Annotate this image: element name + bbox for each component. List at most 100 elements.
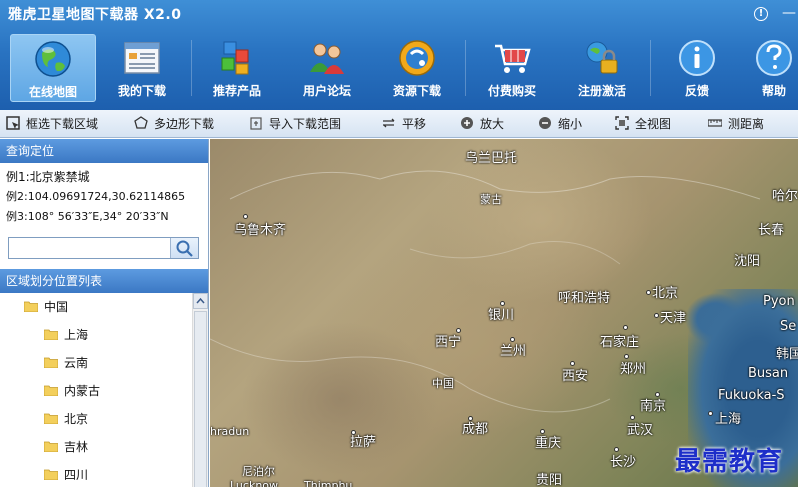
map-label: 银川 [488,308,515,323]
map-label: Busan [748,366,789,381]
cubes-icon [221,41,249,75]
map-label: 重庆 [535,436,562,451]
map-label: 呼和浩特 [558,291,611,306]
tool-measure[interactable]: 测距离 [708,114,764,134]
zoom-in-icon [461,117,473,129]
tree-item[interactable]: 北京 [0,405,192,433]
map-label: 成都 [462,422,489,437]
toolbar-purchase[interactable]: 付费购买 [469,34,555,102]
map-label: 西安 [562,369,589,384]
tool-zoom-in[interactable]: 放大 [460,114,504,134]
city-marker [351,430,356,435]
tree-item-label: 北京 [64,412,89,426]
city-marker [456,328,461,333]
query-panel-title: 查询定位 [0,139,208,163]
tool-full-view[interactable]: 全视图 [615,114,671,134]
toolbar-online-map[interactable]: 在线地图 [10,34,96,102]
city-marker [655,392,660,397]
toolbar-recommended[interactable]: 推荐产品 [194,34,280,102]
main-toolbar: 在线地图 我的下载 推荐产品 用户论坛 资源下载 付费购买 注册激活 反馈 帮助 [0,32,798,104]
map-label: 长沙 [610,455,637,470]
toolbar-label: 付费购买 [487,84,536,98]
toolbar-my-downloads[interactable]: 我的下载 [99,34,185,102]
map-label: Lucknow [230,479,279,487]
map-label: Pyon [763,294,795,309]
help-icon [756,40,792,76]
users-icon [310,43,344,74]
city-marker [708,411,713,416]
city-marker [646,290,651,295]
full-view-icon [615,116,629,130]
toolbar-feedback[interactable]: 反馈 [654,34,740,102]
tree-item-root[interactable]: 中国 [0,293,192,321]
toolbar-register[interactable]: 注册激活 [559,34,645,102]
tree-item-label: 内蒙古 [64,384,101,398]
watermark: 最需教育 [675,447,784,477]
region-tree: 中国 上海 云南 内蒙古 北京 吉林 四川 [0,293,192,487]
example-3: 例3:108° 56′33″E,34° 20′33″N [6,210,169,223]
map-label: 蒙古 [480,193,502,206]
city-marker [614,447,619,452]
toolbar-label: 我的下载 [117,84,166,98]
tool-box-select[interactable]: 框选下载区域 [6,114,98,134]
search-button[interactable] [170,238,198,258]
about-button[interactable]: ! [750,3,772,23]
map-label: 哈尔 [772,189,798,204]
toolbar-forum[interactable]: 用户论坛 [284,34,370,102]
tool-label: 缩小 [558,117,583,131]
tree-item[interactable]: 四川 [0,461,192,487]
tool-pan[interactable]: 平移 [382,114,426,134]
toolbar-label: 帮助 [761,84,786,98]
toolbar-separator [465,40,466,96]
zoom-out-icon [539,117,551,129]
toolbar-help[interactable]: 帮助 [742,34,798,102]
map-label: 上海 [715,412,742,427]
city-marker [243,214,248,219]
tool-import-range[interactable]: 导入下载范围 [249,114,341,134]
tool-zoom-out[interactable]: 缩小 [538,114,582,134]
app-title: 雅虎卫星地图下载器 X2.0 [8,7,182,23]
folder-icon [44,357,58,368]
map-label: 郑州 [620,362,647,377]
toolbar-label: 反馈 [684,84,709,98]
scroll-thumb[interactable] [194,311,207,487]
cart-icon [495,44,531,73]
tree-item[interactable]: 云南 [0,349,192,377]
search-input[interactable] [9,238,169,258]
toolbar-resources[interactable]: 资源下载 [374,34,460,102]
example-2: 例2:104.09691724,30.62114865 [6,190,186,203]
tree-item[interactable]: 上海 [0,321,192,349]
map-label: hradun [210,425,250,438]
toolbar-separator [650,40,651,96]
satellite-map[interactable]: 乌兰巴托 蒙古 哈尔 乌鲁木齐 长春 沈阳 呼和浩特 北京 银川 天津 Pyon… [210,139,798,487]
toolbar-label: 推荐产品 [212,84,261,98]
city-marker [500,301,505,306]
city-marker [654,313,659,318]
toolbar-label: 在线地图 [28,85,77,99]
tree-item[interactable]: 吉林 [0,433,192,461]
tree-item-label: 上海 [64,328,89,342]
city-marker [623,325,628,330]
search-icon [176,240,193,257]
tool-polygon[interactable]: 多边形下载 [134,114,214,134]
tool-label: 平移 [402,117,427,131]
scroll-up-button[interactable] [193,293,208,309]
tree-item-label: 吉林 [64,440,89,454]
map-toolbar: 框选下载区域 多边形下载 导入下载范围 平移 放大 缩小 全视图 测距离 [0,110,798,138]
tree-item-label: 四川 [64,468,89,482]
resource-icon [399,40,435,76]
folder-icon [24,301,38,312]
info-icon [679,40,715,76]
folder-icon [44,329,58,340]
tree-scrollbar[interactable] [192,293,208,487]
minimize-button[interactable]: — [778,3,798,23]
tree-item[interactable]: 内蒙古 [0,377,192,405]
tool-label: 测距离 [728,117,765,131]
map-label: 乌兰巴托 [465,151,518,166]
map-label: 北京 [652,286,679,301]
city-marker [630,415,635,420]
map-label: 乌鲁木齐 [234,223,287,238]
folder-icon [44,469,58,480]
map-label: 石家庄 [600,335,640,350]
pan-icon [383,118,395,128]
